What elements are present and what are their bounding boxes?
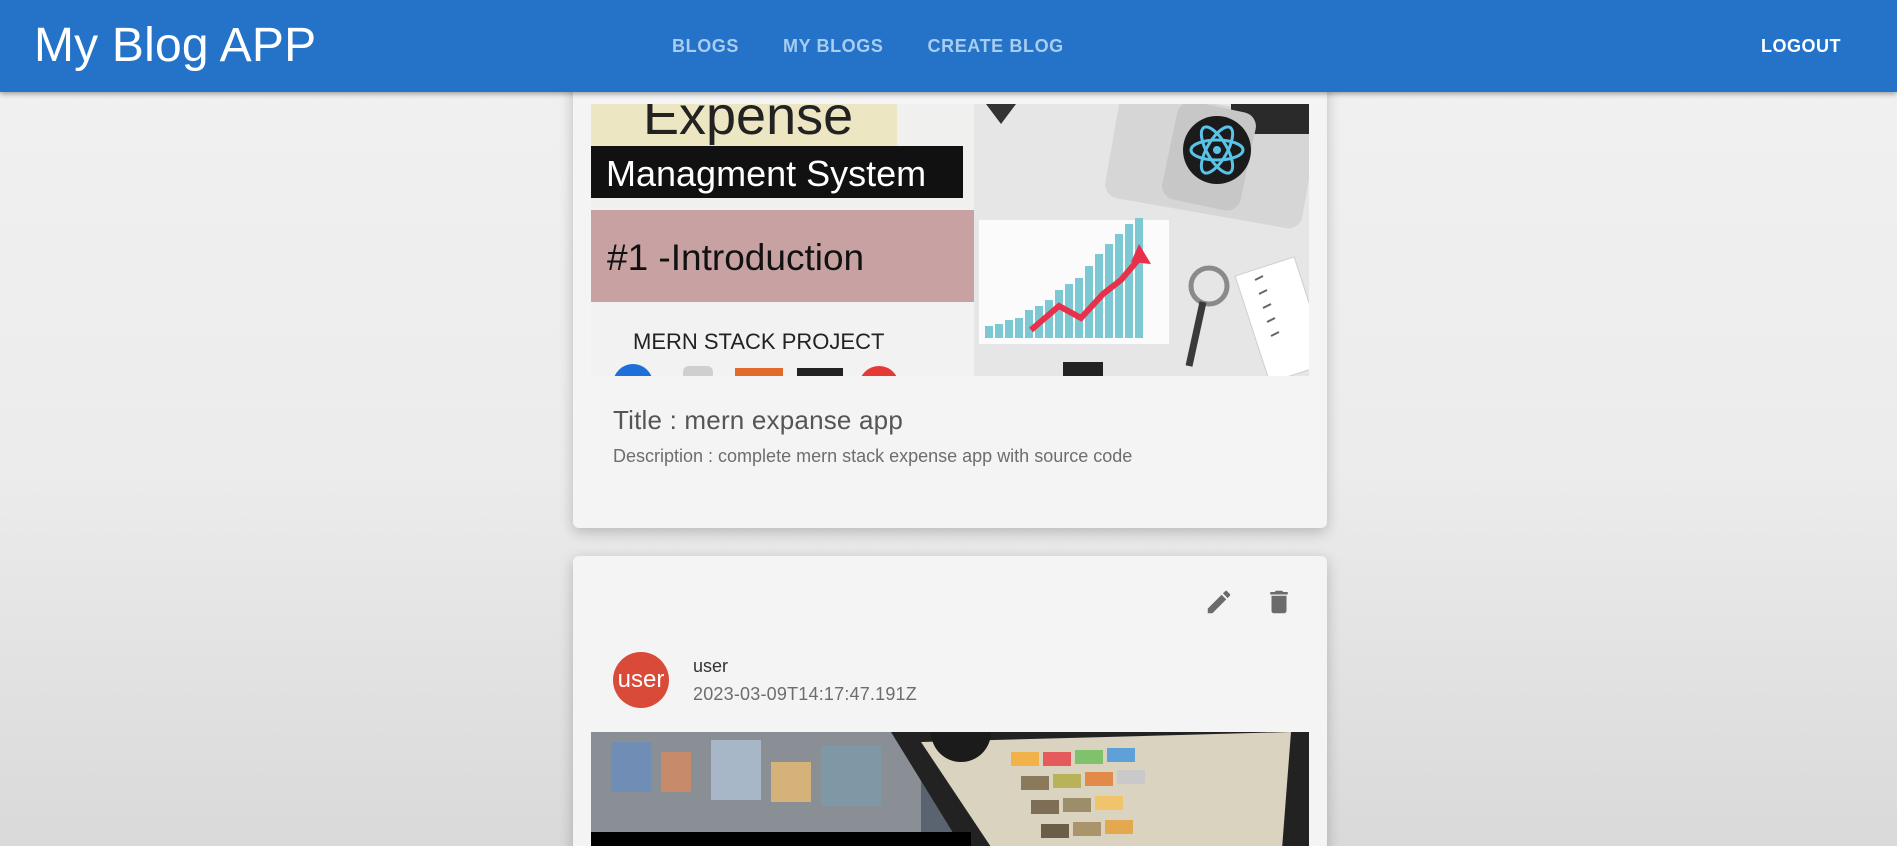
thumb-line1: Expense	[643, 104, 853, 146]
blog-card: Expense Managment System #1 -Introductio…	[573, 40, 1327, 528]
logout-button[interactable]: LOGOUT	[1761, 0, 1841, 92]
tab-create-blog[interactable]: CREATE BLOG	[906, 0, 1086, 92]
blog-image-graphic: Expense Managment System #1 -Introductio…	[591, 104, 1309, 376]
blog-image: Expense Managment System #1 -Introductio…	[591, 104, 1309, 376]
delete-button[interactable]	[1261, 584, 1297, 620]
avatar: user	[613, 652, 669, 708]
author-name: user	[693, 656, 729, 676]
blog-image-graphic	[591, 732, 1309, 846]
thumb-line2: Managment System	[606, 153, 926, 194]
tab-my-blogs[interactable]: MY BLOGS	[761, 0, 905, 92]
nav-tabs: BLOGS MY BLOGS CREATE BLOG	[650, 0, 1086, 92]
thumb-line4: MERN STACK PROJECT	[633, 329, 884, 354]
blog-description: Description : complete mern stack expens…	[613, 446, 1133, 466]
blog-card: user user 2023-03-09T14:17:47.191Z	[573, 556, 1327, 846]
delete-icon	[1270, 590, 1288, 614]
tab-blogs[interactable]: BLOGS	[650, 0, 761, 92]
blog-image	[591, 732, 1309, 846]
post-date: 2023-03-09T14:17:47.191Z	[693, 684, 917, 704]
app-title[interactable]: My Blog APP	[34, 20, 316, 72]
card-actions	[1201, 584, 1297, 620]
app-bar: My Blog APP BLOGS MY BLOGS CREATE BLOG L…	[0, 0, 1897, 92]
blog-title: Title : mern expanse app	[613, 405, 903, 435]
edit-button[interactable]	[1201, 584, 1237, 620]
edit-icon	[1207, 590, 1231, 614]
thumb-line3: #1 -Introduction	[607, 237, 864, 278]
